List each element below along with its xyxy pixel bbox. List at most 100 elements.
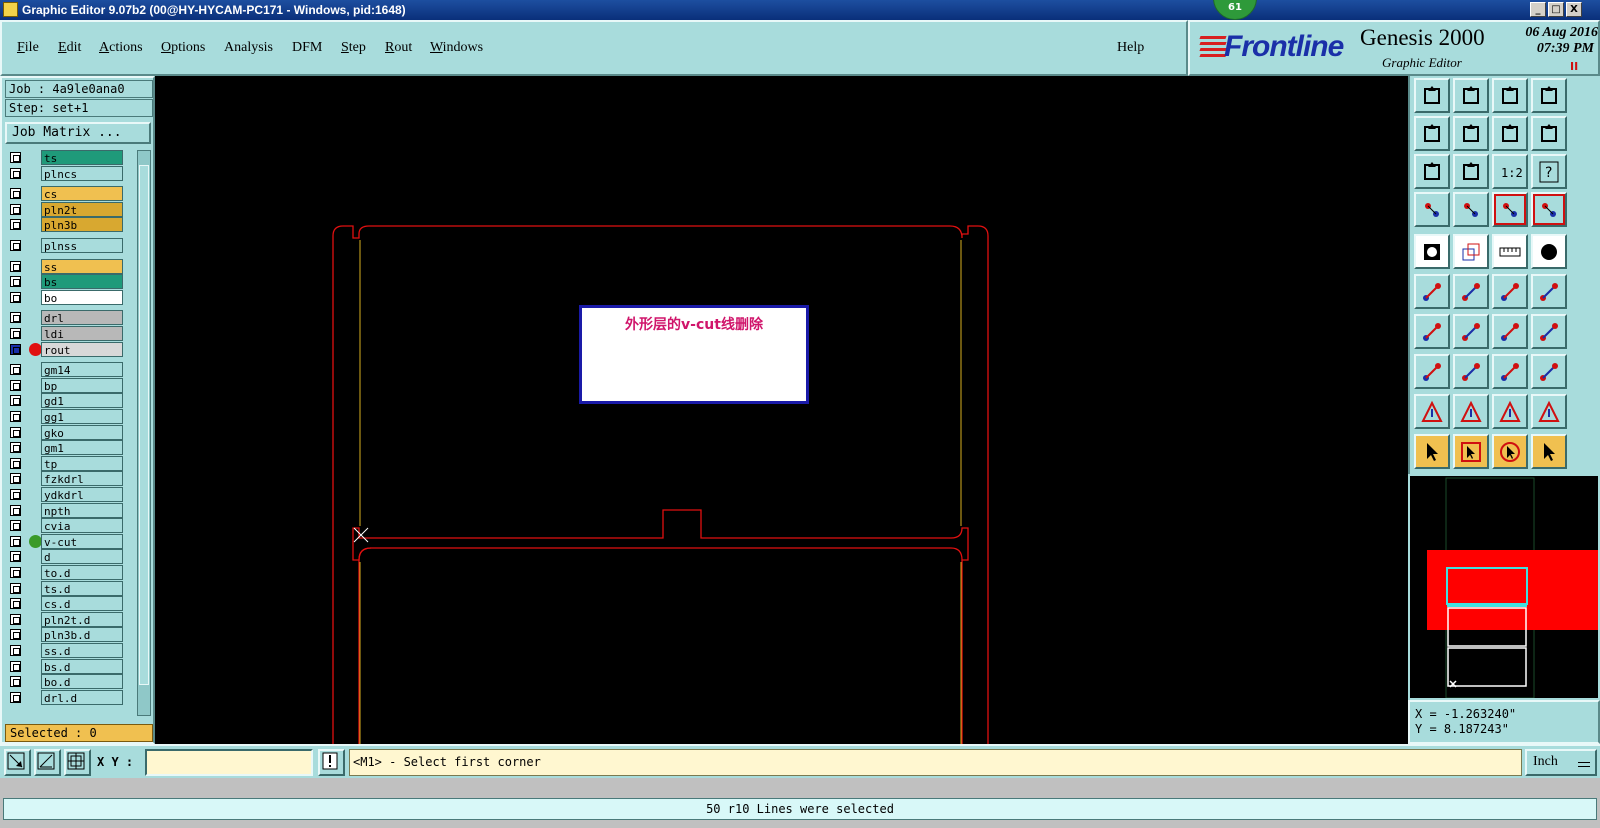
layer-name[interactable]: bs.d (41, 658, 123, 674)
layer-row-gko[interactable]: gko (5, 424, 135, 440)
fit-all-button[interactable] (1453, 154, 1489, 189)
menu-file[interactable]: File (17, 40, 39, 56)
layer-name[interactable]: pln2t.d (41, 611, 123, 627)
pan-right-button[interactable] (1453, 116, 1489, 151)
triangle-add-button[interactable] (1492, 394, 1528, 429)
layer-name[interactable]: ss (41, 258, 123, 274)
layer-row-plncs[interactable]: plncs (5, 165, 135, 181)
layer-row-bs[interactable]: bs (5, 274, 135, 290)
layer-checkbox[interactable] (10, 219, 21, 231)
layer-checkbox[interactable] (10, 260, 21, 272)
layer-row-cs.d[interactable]: cs.d (5, 596, 135, 612)
triangle-span-button[interactable] (1531, 394, 1567, 429)
layer-checkbox[interactable] (10, 489, 21, 500)
layer-checkbox[interactable] (10, 364, 21, 376)
layer-name[interactable]: bs (41, 274, 123, 290)
layer-name[interactable]: v-cut (41, 533, 123, 549)
layer-checkbox[interactable] (10, 613, 21, 625)
layer-name[interactable]: gm1 (41, 440, 123, 456)
swap-view-button[interactable] (1531, 116, 1567, 151)
layer-name[interactable]: to.d (41, 565, 123, 580)
home-view-button[interactable] (1492, 78, 1528, 113)
layer-checkbox[interactable] (10, 152, 21, 163)
layer-row-pln3b.d[interactable]: pln3b.d (5, 627, 135, 643)
copy-tool-button[interactable] (1453, 234, 1489, 269)
layer-name[interactable]: rout (41, 341, 123, 357)
layer-checkbox[interactable] (10, 167, 21, 179)
layer-checkbox[interactable] (10, 312, 21, 324)
layer-row-ts.d[interactable]: ts.d (5, 580, 135, 596)
route-tool-button[interactable] (1531, 434, 1567, 469)
layer-checkbox[interactable] (10, 203, 21, 215)
layer-row-pln2t[interactable]: pln2t (5, 201, 135, 217)
point-move-button[interactable] (1492, 274, 1528, 309)
layer-name[interactable]: ldi (41, 326, 123, 341)
layer-checkbox[interactable] (10, 188, 21, 200)
pad-tool-button[interactable] (1531, 234, 1567, 269)
layer-checkbox[interactable] (10, 411, 21, 422)
fit-vertical-button[interactable] (1414, 154, 1450, 189)
layer-row-to.d[interactable]: to.d (5, 565, 135, 580)
layer-checkbox[interactable] (10, 660, 21, 672)
close-button[interactable]: X (1566, 2, 1582, 17)
layer-checkbox[interactable] (10, 582, 21, 594)
units-selector[interactable]: Inch (1525, 749, 1597, 776)
layer-checkbox[interactable] (10, 535, 21, 547)
scrollbar-thumb[interactable] (139, 165, 149, 685)
layer-checkbox[interactable] (10, 457, 21, 469)
layer-checkbox[interactable] (10, 343, 21, 355)
select-pointer-button[interactable] (1414, 434, 1450, 469)
layer-name[interactable]: bo (41, 289, 123, 305)
ruler-tool-button[interactable] (1492, 234, 1528, 269)
layer-row-ss[interactable]: ss (5, 258, 135, 274)
layer-name[interactable]: ts.d (41, 580, 123, 596)
split-view-button[interactable] (1531, 78, 1567, 113)
menu-rout[interactable]: Rout (385, 40, 412, 56)
layer-row-pln3b[interactable]: pln3b (5, 217, 135, 233)
menu-dfm[interactable]: DFM (292, 40, 322, 56)
menu-options[interactable]: Options (161, 40, 205, 56)
connect-tool-button[interactable] (1414, 274, 1450, 309)
layer-row-gm14[interactable]: gm14 (5, 362, 135, 378)
minimize-button[interactable]: _ (1530, 2, 1546, 17)
layer-checkbox[interactable] (10, 395, 21, 407)
layer-checkbox[interactable] (10, 379, 21, 391)
layer-row-bs.d[interactable]: bs.d (5, 658, 135, 674)
layer-checkbox[interactable] (10, 567, 21, 578)
layer-name[interactable]: ts (41, 150, 123, 165)
layer-name[interactable]: gd1 (41, 393, 123, 409)
layer-name[interactable]: plncs (41, 165, 123, 181)
overview-map[interactable] (1408, 474, 1600, 700)
layer-name[interactable]: gko (41, 424, 123, 440)
grid-button[interactable] (64, 749, 91, 776)
warning-button[interactable] (318, 749, 345, 776)
view-up-button[interactable] (1414, 78, 1450, 113)
layer-name[interactable]: npth (41, 502, 123, 518)
feature-tool-button[interactable] (1414, 234, 1450, 269)
layer-checkbox[interactable] (10, 691, 21, 703)
layer-name[interactable]: cs (41, 186, 123, 202)
point-add-button[interactable] (1531, 274, 1567, 309)
layer-row-npth[interactable]: npth (5, 502, 135, 518)
layer-row-tp[interactable]: tp (5, 455, 135, 471)
layer-name[interactable]: cs.d (41, 596, 123, 612)
move-pad-button[interactable] (1414, 354, 1450, 389)
pause-icon[interactable]: II (1570, 60, 1578, 73)
layer-checkbox[interactable] (10, 676, 21, 688)
layer-row-cvia[interactable]: cvia (5, 518, 135, 534)
arc-tool-button[interactable] (1414, 394, 1450, 429)
layer-name[interactable]: ydkdrl (41, 487, 123, 502)
layer-row-ts[interactable]: ts (5, 150, 135, 165)
layer-checkbox[interactable] (10, 442, 21, 454)
layer-name[interactable]: pln2t (41, 201, 123, 217)
layer-checkbox[interactable] (10, 598, 21, 610)
layer-row-fzkdrl[interactable]: fzkdrl (5, 471, 135, 487)
layer-name[interactable]: plnss (41, 238, 123, 253)
help-button[interactable]: ? (1531, 154, 1567, 189)
measure-tool-button[interactable] (1414, 192, 1450, 227)
pan-left-button[interactable] (1414, 116, 1450, 151)
layer-checkbox[interactable] (10, 426, 21, 438)
layer-name[interactable]: ss.d (41, 643, 123, 658)
graphics-canvas[interactable]: 外形层的v-cut线删除 (155, 76, 1408, 744)
menu-analysis[interactable]: Analysis (224, 40, 273, 56)
